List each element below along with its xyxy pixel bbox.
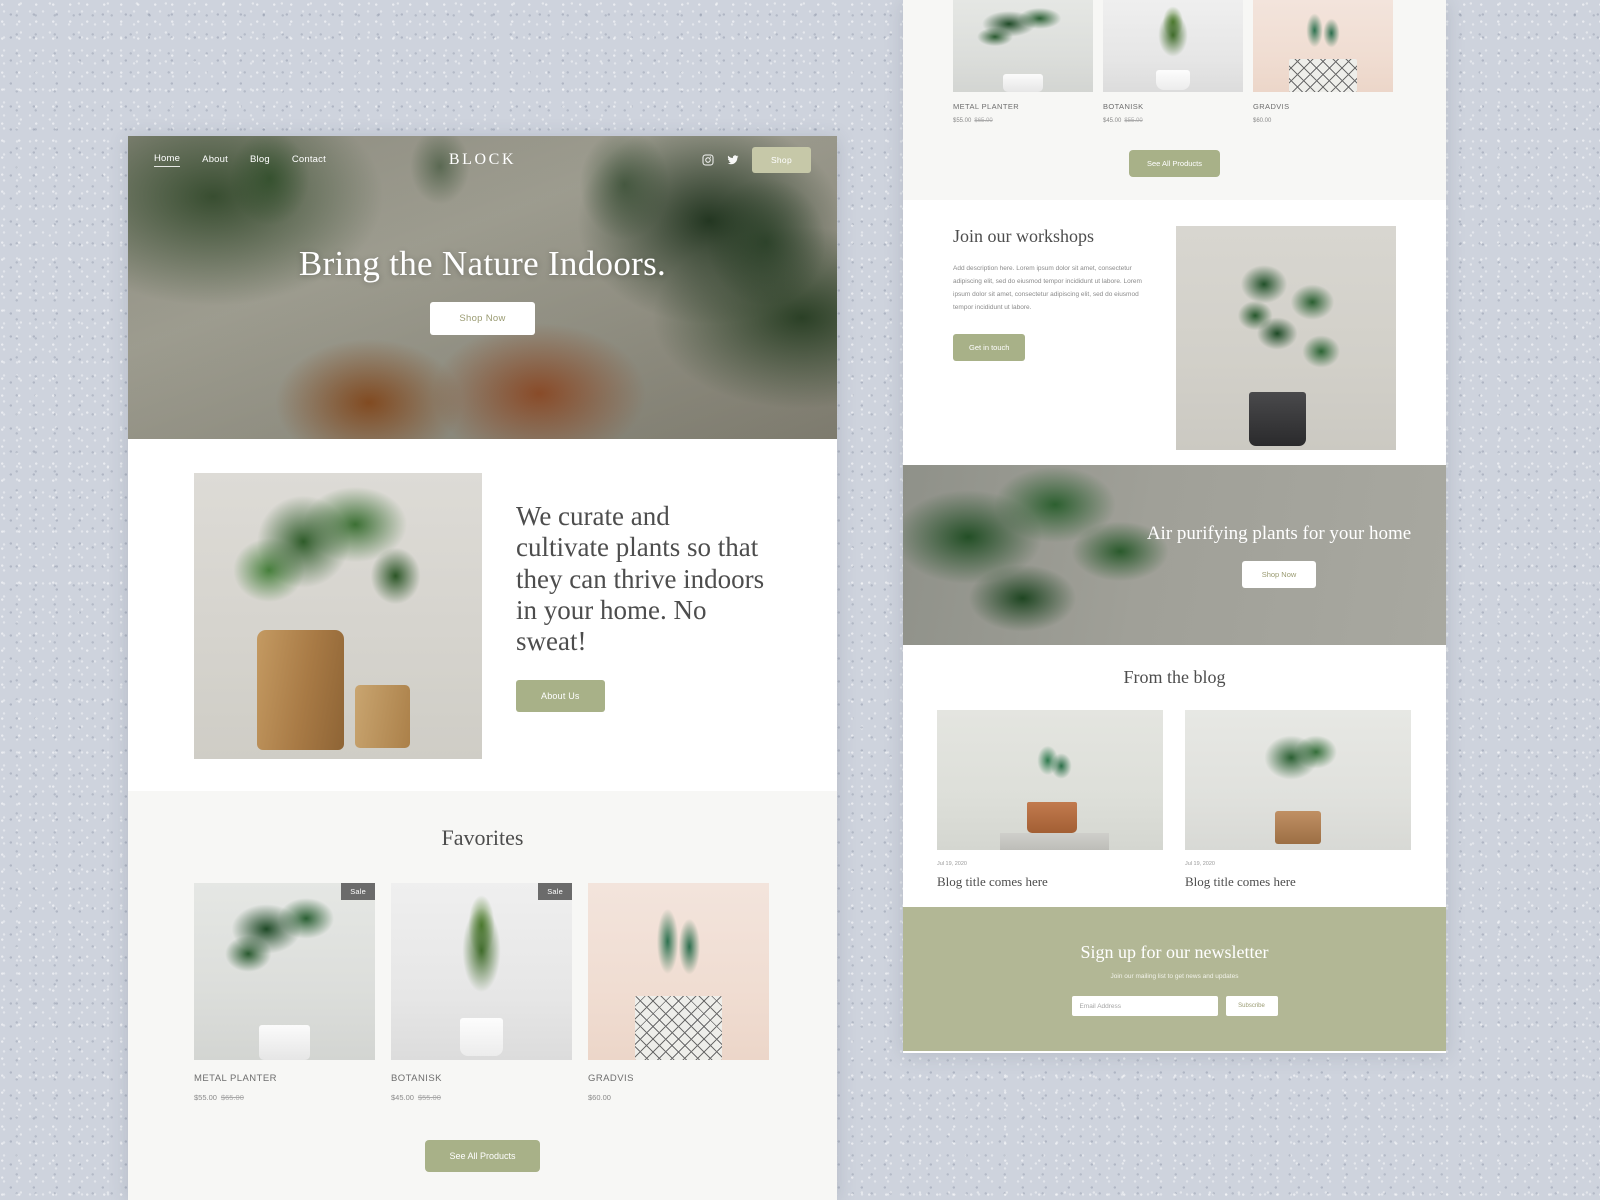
blog-section: From the blog Jul 19, 2020 Blog title co…: [903, 645, 1446, 907]
see-all-products-button[interactable]: See All Products: [1128, 150, 1221, 177]
air-banner-shop-now-button[interactable]: Shop Now: [1241, 560, 1317, 588]
product-image[interactable]: [953, 0, 1093, 92]
blog-card[interactable]: Jul 19, 2020 Blog title comes here: [937, 710, 1163, 890]
nav-item-contact[interactable]: Contact: [292, 154, 326, 167]
primary-nav: Home About Blog Contact: [154, 153, 326, 167]
price-original: $55.00: [417, 1093, 441, 1102]
see-all-wrap: See All Products: [953, 150, 1396, 177]
site-header: Home About Blog Contact BLOCK Shop: [128, 136, 837, 184]
blog-image[interactable]: [937, 710, 1163, 850]
favorites-section: Favorites Sale METAL PLANTER $55.00 $65.0…: [128, 791, 837, 1200]
product-name: GRADVIS: [1253, 102, 1290, 111]
hero-section: Home About Blog Contact BLOCK Shop Bring…: [128, 136, 837, 439]
price-current: $60.00: [588, 1093, 611, 1102]
price-current: $60.00: [1253, 118, 1272, 124]
price-original: $65.00: [220, 1093, 244, 1102]
blog-image[interactable]: [1185, 710, 1411, 850]
product-image[interactable]: Sale: [194, 883, 375, 1060]
favorites-section-continued: METAL PLANTER $55.00 $65.00 BOTANISK $45.…: [903, 0, 1446, 200]
product-card[interactable]: GRADVIS $60.00: [1253, 0, 1393, 124]
curate-text: We curate and cultivate plants so that t…: [516, 473, 766, 791]
product-image[interactable]: [1103, 0, 1243, 92]
homepage-preview-right: METAL PLANTER $55.00 $65.00 BOTANISK $45.…: [903, 0, 1446, 1053]
product-price: $60.00: [588, 1093, 769, 1102]
newsletter-heading: Sign up for our newsletter: [1080, 942, 1269, 962]
nav-item-blog[interactable]: Blog: [250, 154, 270, 167]
price-current: $45.00: [1103, 118, 1122, 124]
blog-heading: From the blog: [1123, 667, 1226, 687]
air-banner-heading: Air purifying plants for your home: [1146, 523, 1412, 545]
favorites-heading: Favorites: [441, 825, 524, 850]
product-price: $45.00 $55.00: [391, 1093, 572, 1102]
air-banner-content: Air purifying plants for your home Shop …: [1146, 522, 1446, 588]
blog-date: Jul 19, 2020: [1185, 861, 1215, 867]
newsletter-subtitle: Join our mailing list to get news and up…: [1110, 973, 1239, 980]
see-all-wrap: See All Products: [128, 1140, 837, 1172]
product-price: $55.00 $65.00: [953, 118, 1093, 124]
product-card[interactable]: GRADVIS $60.00: [588, 883, 769, 1102]
product-name: BOTANISK: [1103, 102, 1144, 111]
header-actions: Shop: [702, 147, 811, 173]
product-card[interactable]: Sale BOTANISK $45.00 $55.00: [391, 883, 572, 1102]
curate-heading: We curate and cultivate plants so that t…: [516, 501, 765, 657]
price-original: $65.00: [974, 118, 993, 124]
workshops-section: Join our workshops Add description here.…: [903, 200, 1446, 465]
product-image[interactable]: [588, 883, 769, 1060]
see-all-products-button[interactable]: See All Products: [425, 1140, 540, 1172]
curate-image: [194, 473, 482, 759]
subscribe-button[interactable]: Subscribe: [1225, 996, 1278, 1016]
shop-button[interactable]: Shop: [751, 147, 811, 173]
product-price: $60.00: [1253, 118, 1393, 124]
blog-title[interactable]: Blog title comes here: [1185, 874, 1411, 890]
blog-title[interactable]: Blog title comes here: [937, 874, 1163, 890]
blog-grid: Jul 19, 2020 Blog title comes here Jul 1…: [937, 710, 1412, 890]
product-card[interactable]: METAL PLANTER $55.00 $65.00: [953, 0, 1093, 124]
nav-item-home[interactable]: Home: [154, 153, 181, 167]
product-grid-secondary: METAL PLANTER $55.00 $65.00 BOTANISK $45.…: [953, 0, 1396, 124]
sale-badge: Sale: [341, 883, 375, 900]
workshops-image: [1176, 226, 1396, 450]
workshops-heading: Join our workshops: [953, 226, 1095, 246]
price-current: $55.00: [953, 118, 972, 124]
product-name: METAL PLANTER: [194, 1073, 277, 1084]
instagram-icon[interactable]: [702, 154, 714, 166]
product-name: GRADVIS: [588, 1073, 634, 1084]
workshops-description: Add description here. Lorem ipsum dolor …: [953, 265, 1142, 311]
sale-badge: Sale: [538, 883, 572, 900]
get-in-touch-button[interactable]: Get in touch: [953, 334, 1026, 361]
twitter-icon[interactable]: [727, 154, 739, 166]
product-name: BOTANISK: [391, 1073, 442, 1084]
email-input[interactable]: [1071, 996, 1218, 1016]
blog-card[interactable]: Jul 19, 2020 Blog title comes here: [1185, 710, 1411, 890]
newsletter-form: Subscribe: [1071, 996, 1278, 1016]
product-image[interactable]: Sale: [391, 883, 572, 1060]
newsletter-section: Sign up for our newsletter Join our mail…: [903, 907, 1446, 1051]
air-purifying-banner: Air purifying plants for your home Shop …: [903, 465, 1446, 645]
homepage-preview-left: Home About Blog Contact BLOCK Shop Bring…: [128, 136, 837, 1200]
blog-date: Jul 19, 2020: [937, 861, 967, 867]
product-image[interactable]: [1253, 0, 1393, 92]
price-original: $55.00: [1124, 118, 1143, 124]
product-name: METAL PLANTER: [953, 102, 1020, 111]
product-card[interactable]: BOTANISK $45.00 $55.00: [1103, 0, 1243, 124]
product-price: $55.00 $65.00: [194, 1093, 375, 1102]
product-price: $45.00 $55.00: [1103, 118, 1243, 124]
price-current: $55.00: [194, 1093, 217, 1102]
workshops-text: Join our workshops Add description here.…: [953, 226, 1150, 465]
hero-shop-now-button[interactable]: Shop Now: [430, 302, 535, 335]
product-grid: Sale METAL PLANTER $55.00 $65.00 Sale BOT…: [128, 883, 837, 1102]
price-current: $45.00: [391, 1093, 414, 1102]
hero-content: Bring the Nature Indoors. Shop Now: [128, 244, 837, 335]
hero-title: Bring the Nature Indoors.: [298, 244, 667, 283]
about-us-button[interactable]: About Us: [516, 679, 605, 712]
curate-section: We curate and cultivate plants so that t…: [128, 439, 837, 791]
product-card[interactable]: Sale METAL PLANTER $55.00 $65.00: [194, 883, 375, 1102]
nav-item-about[interactable]: About: [202, 154, 228, 167]
